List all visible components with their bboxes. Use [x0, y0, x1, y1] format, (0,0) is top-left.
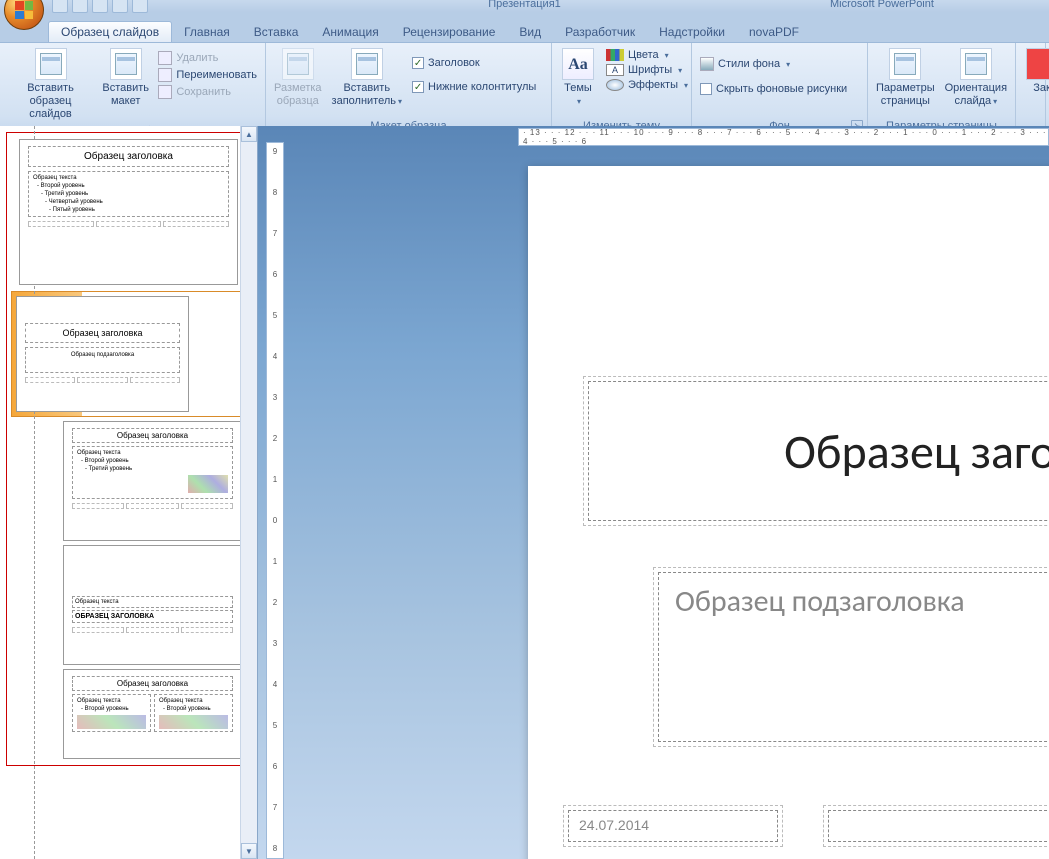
insert-layout-button[interactable]: Вставить макет [99, 46, 152, 110]
tab-home[interactable]: Главная [172, 22, 242, 42]
rename-icon [158, 68, 172, 82]
placeholder-icon [351, 48, 383, 80]
delete-icon [158, 51, 172, 65]
insert-slide-master-button[interactable]: Вставить образец слайдов [4, 46, 97, 123]
checkbox-icon [700, 83, 712, 95]
delete-button: Удалить [154, 50, 261, 66]
ribbon-tabs: Образец слайдов Главная Вставка Анимация… [48, 20, 1049, 42]
bg-styles-icon [700, 57, 714, 71]
slide-thumbnails-panel: Образец заголовка Образец текста Второй … [0, 126, 258, 859]
workspace: Образец заголовка Образец текста Второй … [0, 126, 1049, 859]
master-group-outline: Образец заголовка Образец текста Второй … [6, 132, 251, 766]
tab-addins[interactable]: Надстройки [647, 22, 737, 42]
page-setup-icon [889, 48, 921, 80]
panel-scrollbar[interactable]: ▲ ▼ [240, 126, 257, 859]
close-master-button[interactable]: Зак [1020, 46, 1049, 97]
group-close: Зак [1016, 43, 1046, 135]
scroll-down-icon[interactable]: ▼ [241, 843, 257, 859]
preserve-button: Сохранить [154, 84, 261, 100]
ribbon: Вставить образец слайдов Вставить макет … [0, 42, 1049, 136]
orientation-icon [960, 48, 992, 80]
fonts-icon: A [606, 64, 624, 76]
tab-view[interactable]: Вид [507, 22, 553, 42]
group-master-layout: Разметка образца Вставить заполнитель▾ ✓… [266, 43, 552, 135]
qat-redo-icon[interactable] [92, 0, 108, 13]
title-checkbox[interactable]: ✓Заголовок [408, 56, 540, 70]
thumb-subtitle: Образец текста [72, 596, 233, 608]
checkbox-checked-icon: ✓ [412, 81, 424, 93]
group-page-setup: Параметры страницы Ориентация слайда▾ Па… [868, 43, 1016, 135]
effects-button[interactable]: Эффекты▾ [602, 78, 692, 92]
thumb-layout-3[interactable]: Образец текста ОБРАЗЕЦ ЗАГОЛОВКА [63, 545, 242, 665]
tab-animation[interactable]: Анимация [310, 22, 390, 42]
background-styles-button[interactable]: Стили фона▾ [696, 56, 851, 72]
thumb-title: Образец заголовка [72, 428, 233, 443]
document-title: Презентация1 [488, 0, 561, 10]
thumb-body-left: Образец текстаВторой уровень [72, 694, 151, 732]
office-button[interactable] [4, 0, 44, 30]
slide-master-icon [35, 48, 67, 80]
thumb-title: Образец заголовка [28, 146, 229, 167]
layout-icon [110, 48, 142, 80]
preserve-icon [158, 85, 172, 99]
ruler-horizontal: · 13 · · · 12 · · · 11 · · · 10 · · · 9 … [518, 128, 1049, 146]
thumb-layout-4[interactable]: Образец заголовка Образец текстаВторой у… [63, 669, 242, 759]
qat-save-icon[interactable] [52, 0, 68, 13]
checkbox-checked-icon: ✓ [412, 57, 424, 69]
thumb-subtitle: Образец подзаголовка [25, 347, 180, 373]
qat-more-icon[interactable] [132, 0, 148, 13]
thumb-title: Образец заголовка [25, 323, 180, 343]
content-icons [188, 475, 228, 493]
placeholder-date[interactable]: 24.07.2014 [568, 810, 778, 842]
tab-developer[interactable]: Разработчик [553, 22, 647, 42]
colors-icon [606, 49, 624, 61]
qat-print-icon[interactable] [112, 0, 128, 13]
slide-editor: · 13 · · · 12 · · · 11 · · · 10 · · · 9 … [258, 126, 1049, 859]
master-layout-button: Разметка образца [270, 46, 326, 110]
footers-checkbox[interactable]: ✓Нижние колонтитулы [408, 80, 540, 94]
thumb-title: ОБРАЗЕЦ ЗАГОЛОВКА [72, 610, 233, 623]
app-name: Microsoft PowerPoint [830, 0, 934, 10]
thumb-body-right: Образец текстаВторой уровень [154, 694, 233, 732]
tab-review[interactable]: Рецензирование [391, 22, 508, 42]
colors-button[interactable]: Цвета▾ [602, 48, 692, 62]
orientation-button[interactable]: Ориентация слайда▾ [941, 46, 1011, 110]
tab-novapdf[interactable]: novaPDF [737, 22, 811, 42]
group-edit-master: Вставить образец слайдов Вставить макет … [0, 43, 266, 135]
placeholder-subtitle[interactable]: Образец подзаголовка [658, 572, 1049, 742]
fonts-button[interactable]: AШрифты▾ [602, 63, 692, 77]
title-bar: Презентация1 Microsoft PowerPoint [0, 0, 1049, 12]
qat-undo-icon[interactable] [72, 0, 88, 13]
thumb-title: Образец заголовка [72, 676, 233, 691]
page-setup-button[interactable]: Параметры страницы [872, 46, 939, 110]
scroll-up-icon[interactable]: ▲ [241, 126, 257, 142]
thumb-master[interactable]: Образец заголовка Образец текста Второй … [19, 139, 238, 285]
group-background: Стили фона▾ Скрыть фоновые рисунки Фон↘ [692, 43, 868, 135]
quick-access-row [0, 0, 148, 30]
master-layout-icon [282, 48, 314, 80]
rename-button[interactable]: Переименовать [154, 67, 261, 83]
placeholder-footer[interactable]: Верхний колонтитул [828, 810, 1049, 842]
thumb-layout-2[interactable]: Образец заголовка Образец текста Второй … [63, 421, 242, 541]
group-edit-theme: Aa Темы▾ Цвета▾ AШрифты▾ Эффекты▾ Измени… [552, 43, 692, 135]
thumb-layout-1-selected[interactable]: Образец заголовка Образец подзаголовка [11, 291, 246, 417]
ruler-vertical: 9876543210123456789 [266, 142, 284, 859]
insert-placeholder-button[interactable]: Вставить заполнитель▾ [328, 46, 406, 110]
placeholder-title[interactable]: Образец заголовка [588, 381, 1049, 521]
thumb-body: Образец текста Второй уровеньТретий уров… [72, 446, 233, 499]
tab-insert[interactable]: Вставка [242, 22, 311, 42]
effects-icon [606, 79, 624, 91]
close-icon [1026, 48, 1049, 80]
thumb-body: Образец текста Второй уровень Третий уро… [28, 171, 229, 217]
slide-canvas[interactable]: Образец заголовка Образец подзаголовка 2… [528, 166, 1049, 859]
themes-button[interactable]: Aa Темы▾ [556, 46, 600, 110]
hide-bg-checkbox[interactable]: Скрыть фоновые рисунки [696, 82, 851, 96]
quick-access-toolbar [48, 0, 148, 13]
themes-icon: Aa [562, 48, 594, 80]
